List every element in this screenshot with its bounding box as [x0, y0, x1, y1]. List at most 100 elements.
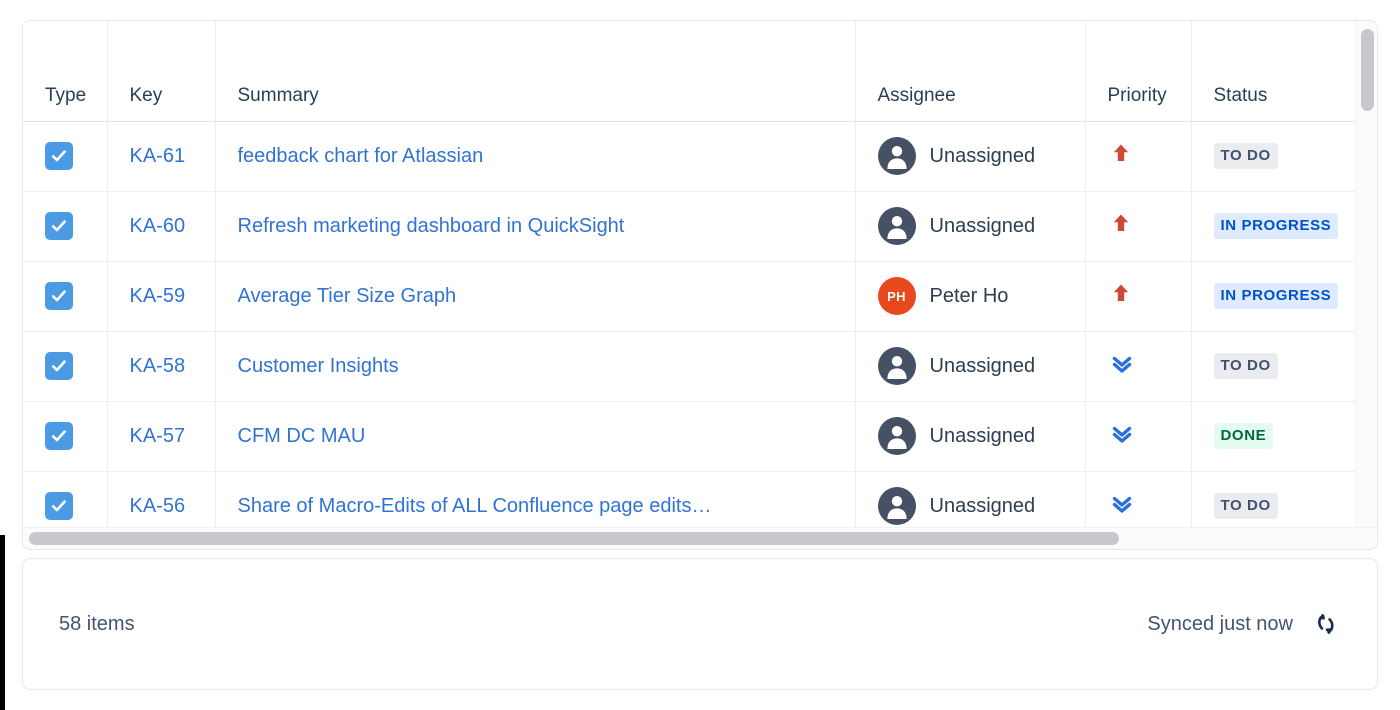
- table-row[interactable]: KA-57 CFM DC MAU Unassigned DONE: [23, 401, 1357, 472]
- cell-priority[interactable]: [1085, 261, 1192, 332]
- cell-priority[interactable]: [1085, 401, 1192, 472]
- left-edge-marker: [0, 535, 5, 710]
- assignee-name: Peter Ho: [929, 284, 1009, 307]
- issue-key-link[interactable]: KA-60: [130, 215, 186, 237]
- cell-assignee[interactable]: Unassigned: [855, 401, 1086, 472]
- task-checkbox-icon[interactable]: [45, 492, 73, 520]
- cell-type[interactable]: [23, 471, 108, 529]
- status-badge[interactable]: IN PROGRESS: [1213, 283, 1339, 309]
- assignee-wrapper: Unassigned: [877, 332, 1085, 401]
- arrow-up-icon: [1108, 210, 1134, 242]
- issues-table: Type Key Summary Assignee Priority Statu…: [23, 21, 1357, 529]
- cell-key[interactable]: KA-61: [107, 121, 216, 192]
- column-header-status[interactable]: Status: [1191, 21, 1357, 122]
- cell-type[interactable]: [23, 191, 108, 262]
- task-checkbox-icon[interactable]: [45, 212, 73, 240]
- issue-key-link[interactable]: KA-56: [130, 495, 186, 517]
- table-row[interactable]: KA-60 Refresh marketing dashboard in Quic…: [23, 191, 1357, 262]
- table-row[interactable]: KA-58 Customer Insights Unassigned TO DO: [23, 331, 1357, 402]
- assignee-wrapper: Unassigned: [877, 122, 1085, 191]
- cell-assignee[interactable]: Unassigned: [855, 121, 1086, 192]
- issues-table-scroll-region[interactable]: Type Key Summary Assignee Priority Statu…: [23, 21, 1357, 529]
- cell-assignee[interactable]: Unassigned: [855, 331, 1086, 402]
- cell-summary[interactable]: Customer Insights: [215, 331, 856, 402]
- refresh-sync-icon[interactable]: [1311, 609, 1341, 639]
- issue-summary-link[interactable]: CFM DC MAU: [238, 425, 855, 448]
- horizontal-scrollbar-thumb[interactable]: [29, 532, 1119, 545]
- cell-status[interactable]: DONE: [1191, 401, 1357, 472]
- status-badge[interactable]: DONE: [1213, 423, 1274, 449]
- issues-panel: Type Key Summary Assignee Priority Statu…: [0, 0, 1400, 710]
- cell-priority[interactable]: [1085, 331, 1192, 402]
- cell-key[interactable]: KA-60: [107, 191, 216, 262]
- cell-type[interactable]: [23, 401, 108, 472]
- cell-status[interactable]: IN PROGRESS: [1191, 191, 1357, 262]
- cell-summary[interactable]: Average Tier Size Graph: [215, 261, 856, 332]
- cell-priority[interactable]: [1085, 121, 1192, 192]
- issue-summary-link[interactable]: Share of Macro-Edits of ALL Confluence p…: [238, 495, 855, 518]
- cell-summary[interactable]: Refresh marketing dashboard in QuickSigh…: [215, 191, 856, 262]
- status-badge[interactable]: TO DO: [1213, 493, 1278, 519]
- double-chevron-down-icon: [1108, 419, 1136, 453]
- unassigned-avatar-icon: [877, 487, 916, 525]
- status-badge[interactable]: TO DO: [1213, 353, 1278, 379]
- column-header-key[interactable]: Key: [107, 21, 216, 122]
- cell-assignee[interactable]: PH Peter Ho: [855, 261, 1086, 332]
- vertical-scrollbar[interactable]: [1355, 21, 1377, 529]
- vertical-scrollbar-thumb[interactable]: [1361, 29, 1374, 111]
- cell-status[interactable]: TO DO: [1191, 121, 1357, 192]
- cell-assignee[interactable]: Unassigned: [855, 191, 1086, 262]
- cell-priority[interactable]: [1085, 191, 1192, 262]
- task-checkbox-icon[interactable]: [45, 422, 73, 450]
- cell-key[interactable]: KA-58: [107, 331, 216, 402]
- task-checkbox-icon[interactable]: [45, 352, 73, 380]
- column-header-priority[interactable]: Priority: [1085, 21, 1192, 122]
- cell-type[interactable]: [23, 331, 108, 402]
- task-checkbox-icon[interactable]: [45, 142, 73, 170]
- assignee-name: Unassigned: [929, 354, 1036, 377]
- cell-type[interactable]: [23, 121, 108, 192]
- cell-summary[interactable]: Share of Macro-Edits of ALL Confluence p…: [215, 471, 856, 529]
- cell-key[interactable]: KA-59: [107, 261, 216, 332]
- issue-key-link[interactable]: KA-59: [130, 285, 186, 307]
- issue-key-link[interactable]: KA-58: [130, 355, 186, 377]
- cell-type[interactable]: [23, 261, 108, 332]
- issue-key-link[interactable]: KA-61: [130, 145, 186, 167]
- status-badge[interactable]: IN PROGRESS: [1213, 213, 1339, 239]
- cell-assignee[interactable]: Unassigned: [855, 471, 1086, 530]
- task-checkbox-icon[interactable]: [45, 282, 73, 310]
- issue-summary-link[interactable]: Average Tier Size Graph: [238, 285, 855, 308]
- assignee-name: Unassigned: [929, 494, 1036, 517]
- issue-key-link[interactable]: KA-57: [130, 425, 186, 447]
- assignee-name: Unassigned: [929, 144, 1036, 167]
- table-row[interactable]: KA-61 feedback chart for Atlassian Unassig…: [23, 121, 1357, 192]
- unassigned-avatar-icon: [877, 347, 916, 385]
- arrow-up-icon: [1108, 280, 1134, 312]
- unassigned-avatar-icon: [877, 417, 916, 455]
- issue-summary-link[interactable]: Refresh marketing dashboard in QuickSigh…: [238, 215, 855, 238]
- cell-priority[interactable]: [1085, 471, 1192, 529]
- unassigned-avatar-icon: [877, 207, 916, 245]
- table-row[interactable]: KA-59 Average Tier Size Graph PH Peter Ho IN…: [23, 261, 1357, 332]
- issue-summary-link[interactable]: Customer Insights: [238, 355, 855, 378]
- items-count-label: 58 items: [59, 612, 135, 635]
- cell-status[interactable]: TO DO: [1191, 331, 1357, 402]
- status-badge[interactable]: TO DO: [1213, 143, 1278, 169]
- unassigned-avatar-icon: [877, 137, 916, 175]
- cell-summary[interactable]: feedback chart for Atlassian: [215, 121, 856, 192]
- assignee-wrapper: PH Peter Ho: [877, 262, 1085, 331]
- column-header-summary[interactable]: Summary: [215, 21, 856, 122]
- cell-status[interactable]: IN PROGRESS: [1191, 261, 1357, 332]
- table-row[interactable]: KA-56 Share of Macro-Edits of ALL Conflue…: [23, 471, 1357, 529]
- horizontal-scrollbar[interactable]: [23, 527, 1377, 549]
- assignee-wrapper: Unassigned: [877, 402, 1085, 471]
- column-header-type[interactable]: Type: [23, 21, 108, 122]
- cell-key[interactable]: KA-56: [107, 471, 216, 529]
- sync-area: Synced just now: [1147, 609, 1341, 639]
- column-header-assignee[interactable]: Assignee: [855, 21, 1086, 122]
- assignee-wrapper: Unassigned: [877, 472, 1085, 530]
- cell-summary[interactable]: CFM DC MAU: [215, 401, 856, 472]
- cell-key[interactable]: KA-57: [107, 401, 216, 472]
- cell-status[interactable]: TO DO: [1191, 471, 1357, 529]
- issue-summary-link[interactable]: feedback chart for Atlassian: [238, 145, 855, 168]
